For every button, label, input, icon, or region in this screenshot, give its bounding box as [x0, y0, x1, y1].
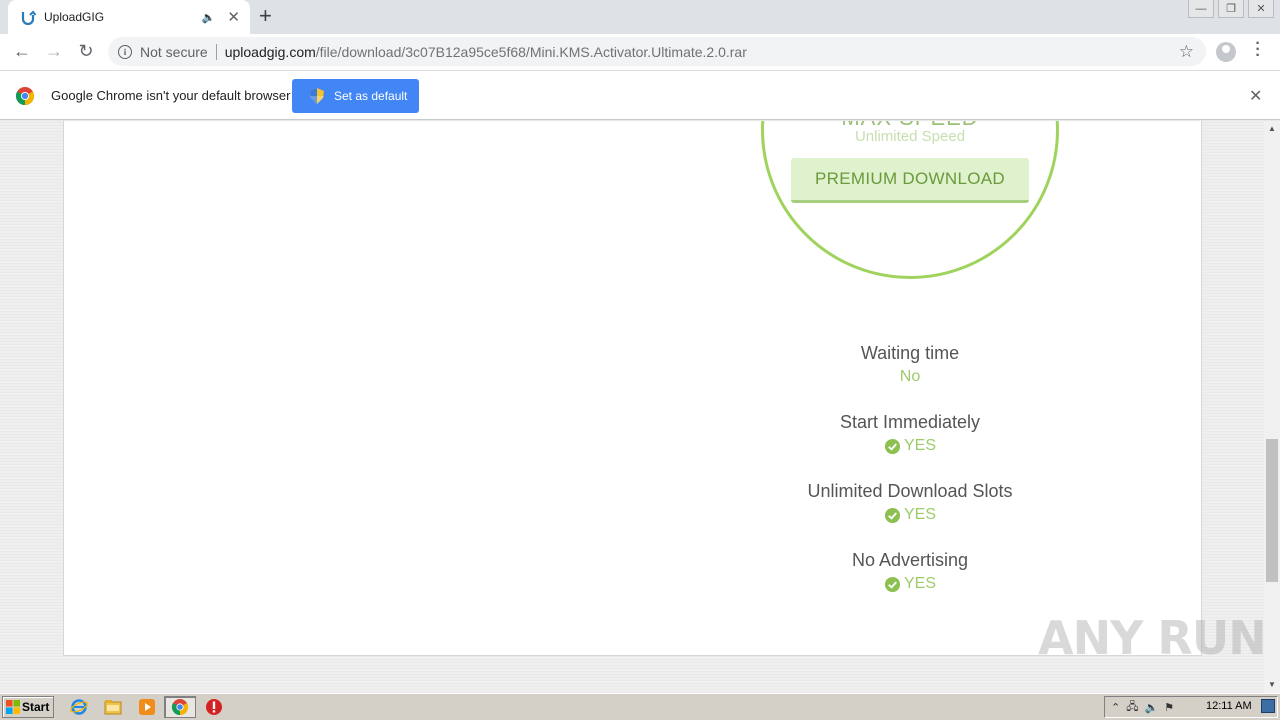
address-separator [215, 43, 217, 60]
scroll-up-arrow-icon[interactable]: ▲ [1264, 121, 1280, 137]
infobar-message: Google Chrome isn't your default browser [51, 88, 291, 103]
download-card: MAX SPEED Unlimited Speed PREMIUM DOWNLO… [63, 121, 1202, 656]
minimize-icon[interactable]: — [1188, 0, 1214, 18]
new-tab-icon[interactable]: + [259, 5, 272, 27]
back-icon[interactable]: ← [11, 41, 33, 62]
windows-taskbar: Start ⌃ 🖧 🔈 ⚑ 12:11 AM [0, 693, 1280, 720]
uploadgig-favicon-icon [21, 10, 36, 25]
system-tray: ⌃ 🖧 🔈 ⚑ [1104, 696, 1278, 718]
check-circle-icon [884, 438, 901, 454]
start-button[interactable]: Start [2, 696, 54, 718]
chrome-menu-icon[interactable]: · · · [1252, 36, 1264, 64]
restore-icon[interactable]: ❐ [1218, 0, 1244, 18]
feature-waiting-time: Waiting time No [761, 343, 1059, 386]
file-explorer-icon[interactable] [104, 698, 122, 716]
security-label[interactable]: Not secure [140, 44, 208, 60]
windows-logo-icon [6, 700, 20, 714]
speaker-icon[interactable]: 🔈 [202, 11, 216, 24]
address-bar[interactable]: i Not secure uploadgig.com/file/download… [108, 37, 1206, 66]
feature-value-text: No [899, 368, 921, 385]
feature-title: Unlimited Download Slots [807, 481, 1013, 501]
tab-title: UploadGIG [44, 10, 105, 24]
feature-value: YES [761, 437, 1059, 455]
window-controls: — ❐ ✕ [1184, 0, 1274, 18]
page-viewport: MAX SPEED Unlimited Speed PREMIUM DOWNLO… [0, 121, 1280, 693]
infobar-close-icon[interactable]: ✕ [1249, 86, 1262, 106]
scroll-down-arrow-icon[interactable]: ▼ [1264, 677, 1280, 693]
feature-unlimited-slots: Unlimited Download Slots YES [761, 481, 1059, 524]
feature-title: No Advertising [851, 550, 969, 570]
feature-value: No [761, 368, 1059, 386]
info-icon[interactable]: i [118, 44, 132, 59]
profile-avatar-icon[interactable] [1216, 42, 1236, 62]
bookmark-star-icon[interactable]: ☆ [1179, 42, 1194, 62]
forward-icon[interactable]: → [43, 41, 65, 62]
feature-title: Start Immediately [839, 412, 981, 432]
feature-no-advertising: No Advertising YES [761, 550, 1059, 593]
feature-value-text: YES [903, 575, 936, 592]
url-host[interactable]: uploadgig.com [225, 44, 316, 60]
page-scrollbar[interactable]: ▲ ▼ [1264, 121, 1280, 693]
browser-tab[interactable]: UploadGIG 🔈 ✕ [8, 0, 250, 34]
scroll-thumb[interactable] [1266, 439, 1278, 582]
feature-start-immediately: Start Immediately YES [761, 412, 1059, 455]
set-as-default-button[interactable]: Set as default [292, 79, 419, 113]
chrome-logo-icon [16, 87, 34, 105]
start-label: Start [22, 700, 50, 714]
anyrun-watermark: ANY RUN [1038, 611, 1267, 665]
feature-title: Waiting time [860, 343, 960, 363]
stop-sign-icon[interactable] [205, 698, 223, 716]
check-circle-icon [884, 507, 901, 523]
taskbar-clock[interactable]: 12:11 AM [1206, 700, 1252, 712]
feature-value: YES [761, 506, 1059, 524]
check-circle-icon [884, 576, 901, 592]
volume-icon[interactable]: 🔈 [1144, 701, 1158, 714]
media-player-icon[interactable] [138, 698, 156, 716]
network-icon[interactable]: 🖧 [1126, 698, 1138, 717]
premium-download-button[interactable]: PREMIUM DOWNLOAD [791, 158, 1029, 203]
default-browser-infobar: Google Chrome isn't your default browser… [0, 70, 1280, 120]
uac-shield-icon [310, 88, 324, 104]
browser-toolbar: ← → ↻ i Not secure uploadgig.com/file/do… [0, 34, 1280, 70]
show-desktop-icon[interactable] [1261, 699, 1275, 713]
reload-icon[interactable]: ↻ [75, 41, 97, 62]
url-path[interactable]: /file/download/3c07B12a95ce5f68/Mini.KMS… [316, 44, 747, 60]
tab-strip: UploadGIG 🔈 ✕ + — ❐ ✕ [0, 0, 1280, 34]
action-center-flag-icon[interactable]: ⚑ [1164, 701, 1174, 714]
chrome-taskbar-icon [171, 699, 189, 716]
set-as-default-label: Set as default [334, 89, 408, 103]
tray-expand-icon[interactable]: ⌃ [1111, 701, 1120, 714]
tab-close-icon[interactable]: ✕ [227, 8, 240, 26]
window-close-icon[interactable]: ✕ [1248, 0, 1274, 18]
feature-value: YES [761, 575, 1059, 593]
feature-value-text: YES [903, 437, 936, 454]
feature-value-text: YES [903, 506, 936, 523]
internet-explorer-icon[interactable] [70, 698, 88, 716]
plan-subtitle: Unlimited Speed [854, 128, 966, 145]
